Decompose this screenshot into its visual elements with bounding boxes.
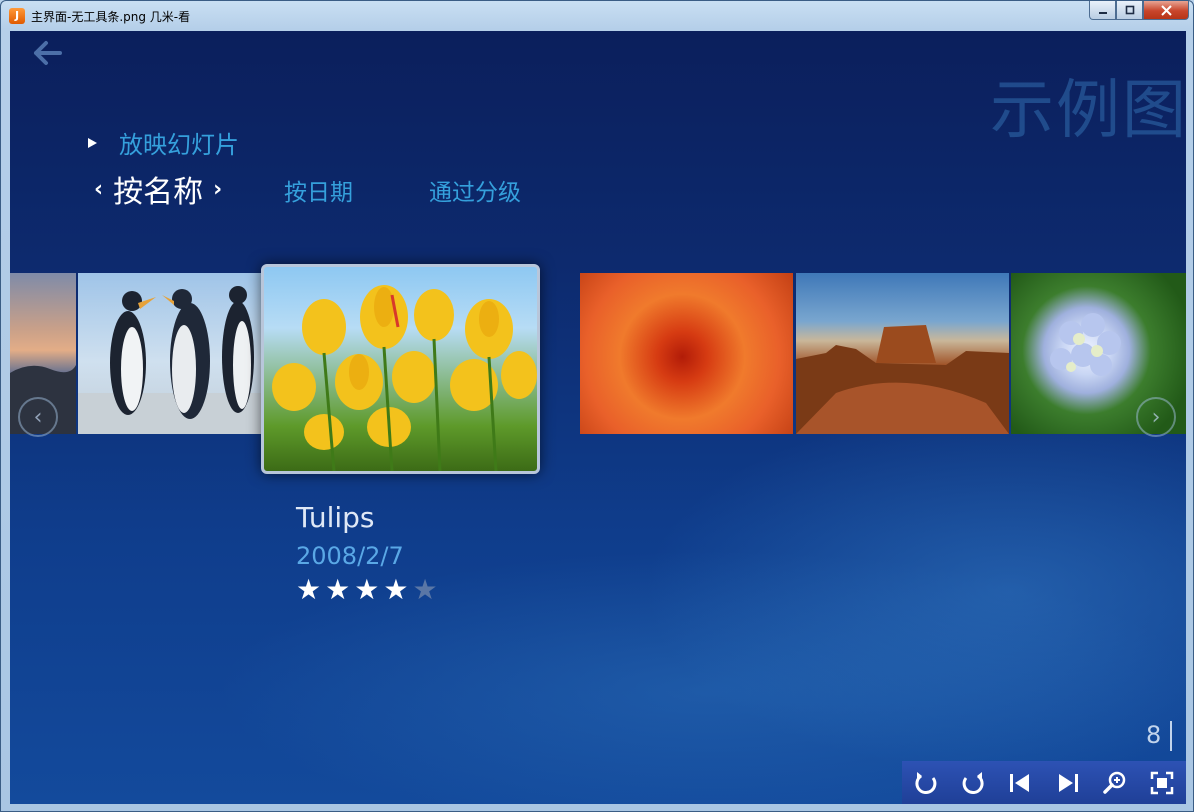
thumbnail-tulips-selected[interactable]: [261, 264, 540, 474]
title-bar[interactable]: J 主界面-无工具条.png 几米-看: [1, 1, 1194, 31]
slideshow-label: 放映幻灯片: [119, 131, 239, 159]
slideshow-button[interactable]: 放映幻灯片: [88, 125, 239, 160]
chevron-right-circle-icon: ›: [1151, 404, 1161, 430]
fullscreen-button[interactable]: [1146, 767, 1178, 799]
zoom-icon: [1103, 771, 1126, 794]
photo-details: Tulips 2008/2/7 ★ ★ ★ ★ ★: [296, 501, 442, 606]
previous-image-button[interactable]: [1004, 767, 1036, 799]
page-number: 8: [1146, 721, 1162, 749]
app-window: J 主界面-无工具条.png 几米-看 示例图 放映幻灯片 ‹ 按名称 › 按日…: [0, 0, 1194, 812]
viewer-toolbar: [902, 761, 1186, 804]
back-arrow-icon: [34, 41, 62, 65]
photo-date: 2008/2/7: [296, 542, 404, 570]
window-title: 主界面-无工具条.png 几米-看: [31, 10, 191, 24]
maximize-button[interactable]: [1116, 1, 1143, 20]
close-icon: [1160, 4, 1172, 16]
page-divider: [1170, 721, 1172, 751]
star-empty-icon[interactable]: ★: [412, 574, 437, 606]
minimize-button[interactable]: [1089, 1, 1116, 20]
rotate-left-button[interactable]: [910, 767, 942, 799]
sort-active-name[interactable]: 按名称: [113, 167, 203, 211]
star-filled-icon[interactable]: ★: [383, 574, 408, 606]
rating-stars[interactable]: ★ ★ ★ ★ ★: [296, 574, 442, 606]
minimize-icon: [1098, 12, 1107, 14]
rotate-right-icon: [962, 772, 984, 794]
sort-by-rating[interactable]: 通过分级: [429, 173, 521, 207]
gallery-view: 示例图 放映幻灯片 ‹ 按名称 › 按日期 通过分级 ‹ › Tulips 20…: [10, 31, 1186, 804]
star-filled-icon[interactable]: ★: [296, 574, 321, 606]
back-button[interactable]: [32, 39, 64, 67]
chevron-left-icon[interactable]: ‹: [94, 177, 103, 202]
next-image-button[interactable]: [1052, 767, 1084, 799]
maximize-icon: [1125, 5, 1134, 15]
star-filled-icon[interactable]: ★: [354, 574, 379, 606]
app-icon[interactable]: J: [9, 8, 25, 24]
close-button[interactable]: [1143, 1, 1189, 20]
rotate-right-button[interactable]: [957, 767, 989, 799]
gallery-title: 示例图: [990, 74, 1186, 148]
window-controls: [1089, 1, 1189, 21]
sort-by-date[interactable]: 按日期: [284, 173, 353, 207]
star-filled-icon[interactable]: ★: [325, 574, 350, 606]
next-page-button[interactable]: ›: [1136, 397, 1176, 437]
thumbnail-penguins[interactable]: [78, 273, 262, 434]
previous-icon: [1010, 774, 1030, 792]
thumbnail-desert[interactable]: [796, 273, 1009, 434]
chevron-right-icon[interactable]: ›: [213, 177, 222, 202]
zoom-button[interactable]: [1099, 767, 1131, 799]
next-icon: [1058, 774, 1078, 792]
sort-selector: ‹ 按名称 › 按日期 通过分级: [94, 167, 521, 211]
rotate-left-icon: [915, 772, 936, 794]
fullscreen-icon: [1151, 771, 1174, 795]
play-icon: [88, 137, 97, 148]
previous-page-button[interactable]: ‹: [18, 397, 58, 437]
chevron-left-circle-icon: ‹: [33, 404, 43, 430]
photo-name: Tulips: [296, 501, 375, 534]
thumbnail-chrysanthemum[interactable]: [580, 273, 793, 434]
